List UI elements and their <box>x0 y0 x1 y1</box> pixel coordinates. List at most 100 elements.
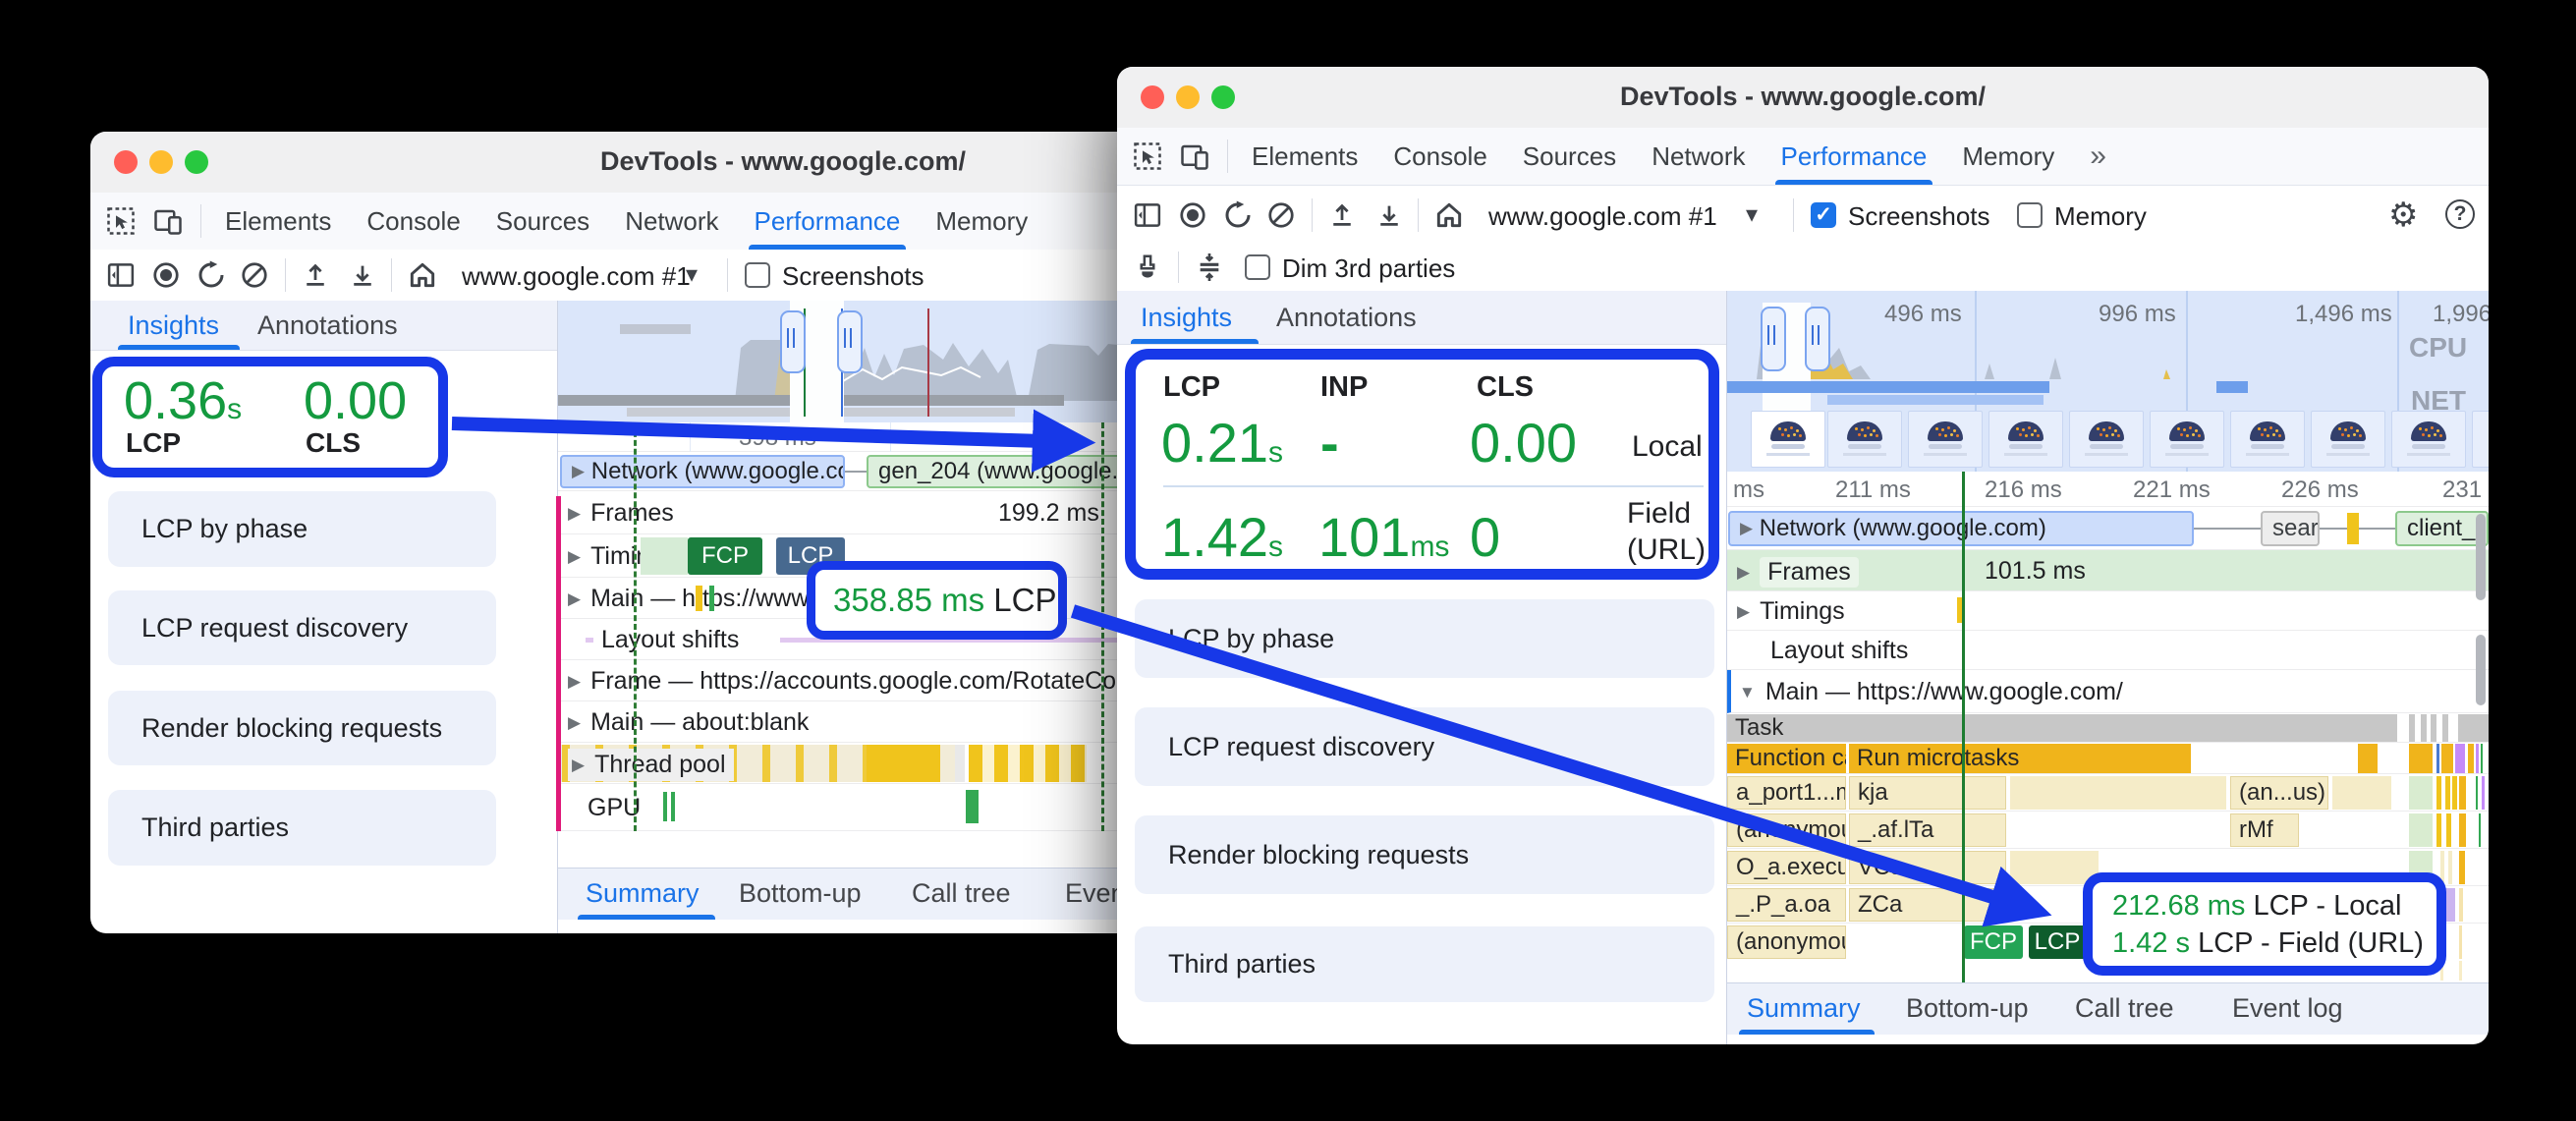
chevron-right-icon[interactable]: ▶ <box>568 713 581 733</box>
scrollbar-thumb[interactable] <box>2476 635 2486 705</box>
tab-elements[interactable]: Elements <box>225 193 331 250</box>
screenshot-thumbnail[interactable] <box>2311 411 2385 468</box>
chevron-right-icon[interactable]: ▶ <box>1737 602 1750 622</box>
tab-annotations[interactable]: Annotations <box>257 310 398 341</box>
screenshots-checkbox[interactable]: ✓ <box>1811 202 1836 228</box>
range-handle-right[interactable] <box>837 310 863 373</box>
inspect-icon[interactable] <box>106 206 136 236</box>
upload-icon[interactable] <box>301 260 330 290</box>
tab-console[interactable]: Console <box>1393 128 1486 185</box>
lcp-badge[interactable]: LCP <box>2029 925 2086 959</box>
clear-icon[interactable] <box>240 260 269 290</box>
tab-memory[interactable]: Memory <box>935 193 1028 250</box>
history-select[interactable]: www.google.com #1 <box>462 261 691 292</box>
download-icon[interactable] <box>348 260 377 290</box>
screenshots-label[interactable]: Screenshots <box>1848 201 1990 232</box>
screenshot-thumbnail[interactable] <box>1827 411 1902 468</box>
gc-brush-icon[interactable] <box>1133 252 1162 282</box>
record-icon[interactable] <box>151 260 181 290</box>
memory-checkbox[interactable] <box>2017 202 2043 228</box>
tab-performance[interactable]: Performance <box>748 193 907 250</box>
screenshot-thumbnail[interactable] <box>2391 411 2466 468</box>
screenshot-thumbnail[interactable] <box>2472 411 2489 468</box>
screenshot-thumbnail[interactable] <box>2150 411 2224 468</box>
flame-row-2[interactable]: a_port1...message kja (an...us) <box>1727 774 2489 812</box>
screenshots-checkbox[interactable] <box>745 262 770 288</box>
chevron-right-icon[interactable]: ▶ <box>568 504 581 524</box>
track-frames[interactable]: ▶ Frames 101.5 ms <box>1727 550 2489 591</box>
screenshot-thumbnail[interactable] <box>2069 411 2144 468</box>
tab-sources[interactable]: Sources <box>496 193 589 250</box>
tab-insights[interactable]: Insights <box>128 310 219 341</box>
screenshot-thumbnail[interactable] <box>1988 411 2063 468</box>
task-row[interactable]: Task <box>1727 713 2489 743</box>
track-network[interactable]: ▶ Network (www.google.com) sear client_ <box>1727 507 2489 550</box>
tab-call-tree[interactable]: Call tree <box>2075 993 2174 1024</box>
tab-network[interactable]: Network <box>625 193 718 250</box>
chevron-right-icon[interactable]: ▶ <box>1737 563 1750 583</box>
tab-summary[interactable]: Summary <box>1747 993 1861 1024</box>
tab-summary[interactable]: Summary <box>586 878 700 909</box>
track-layout-shifts[interactable]: Layout shifts <box>1727 631 2489 670</box>
dim-3rd-parties-label[interactable]: Dim 3rd parties <box>1282 253 1455 284</box>
record-icon[interactable] <box>1178 200 1207 230</box>
dock-panel-icon[interactable] <box>1133 200 1162 230</box>
flame-row-3[interactable]: (anonymous) _.af.lTa rMf <box>1727 812 2489 849</box>
dim-3rd-parties-checkbox[interactable] <box>1245 254 1270 280</box>
insight-lcp-request-discovery[interactable]: LCP request discovery <box>108 590 496 665</box>
screenshot-thumbnail[interactable] <box>1751 411 1825 468</box>
chevron-right-icon[interactable]: ▶ <box>568 672 581 692</box>
chevron-right-icon[interactable]: ▶ <box>572 462 585 481</box>
tab-performance[interactable]: Performance <box>1774 128 1933 185</box>
memory-label[interactable]: Memory <box>2054 201 2147 232</box>
tab-annotations[interactable]: Annotations <box>1276 303 1417 333</box>
insight-lcp-by-phase[interactable]: LCP by phase <box>108 491 496 567</box>
screenshot-thumbnail[interactable] <box>1908 411 1983 468</box>
help-icon[interactable]: ? <box>2445 199 2475 229</box>
fcp-badge[interactable]: FCP <box>688 537 762 575</box>
reload-icon[interactable] <box>1223 200 1253 230</box>
track-timings[interactable]: ▶ Timings <box>1727 591 2489 631</box>
track-main[interactable]: ▼ Main — https://www.google.com/ <box>1727 670 2489 713</box>
device-toolbar-icon[interactable] <box>1180 141 1209 171</box>
more-tabs-icon[interactable]: » <box>2090 128 2106 185</box>
tab-bottom-up[interactable]: Bottom-up <box>1906 993 2029 1024</box>
range-handle-right[interactable] <box>1805 307 1830 371</box>
chevron-right-icon[interactable]: ▶ <box>572 756 585 775</box>
device-toolbar-icon[interactable] <box>153 206 183 236</box>
history-select[interactable]: www.google.com #1 <box>1488 201 1717 232</box>
insight-third-parties[interactable]: Third parties <box>1135 926 1714 1002</box>
clear-icon[interactable] <box>1266 200 1296 230</box>
upload-icon[interactable] <box>1327 200 1357 230</box>
chevron-right-icon[interactable]: ▶ <box>568 547 581 567</box>
dropdown-icon[interactable]: ▾ <box>1746 203 1758 227</box>
tab-call-tree[interactable]: Call tree <box>912 878 1011 909</box>
chevron-right-icon[interactable]: ▶ <box>1740 519 1753 538</box>
insight-render-blocking[interactable]: Render blocking requests <box>108 691 496 765</box>
search-request-chip[interactable]: sear <box>2261 511 2320 546</box>
fcp-badge[interactable]: FCP <box>1964 925 2023 959</box>
collapse-tracks-icon[interactable] <box>1194 252 1225 283</box>
dropdown-icon[interactable]: ▾ <box>686 263 698 287</box>
flame-row-1[interactable]: Function call Run microtasks <box>1727 743 2489 774</box>
reload-icon[interactable] <box>196 260 226 290</box>
insight-lcp-by-phase[interactable]: LCP by phase <box>1135 599 1714 678</box>
network-request-chip[interactable]: ▶ Network (www.google.com) <box>1728 511 2194 546</box>
home-icon[interactable] <box>1433 199 1465 231</box>
tab-insights[interactable]: Insights <box>1141 303 1232 333</box>
tab-elements[interactable]: Elements <box>1252 128 1358 185</box>
client-request-chip[interactable]: client_ <box>2395 511 2489 546</box>
insight-third-parties[interactable]: Third parties <box>108 790 496 866</box>
dock-panel-icon[interactable] <box>106 260 136 290</box>
home-icon[interactable] <box>407 259 438 291</box>
tab-bottom-up[interactable]: Bottom-up <box>739 878 862 909</box>
screenshot-thumbnail[interactable] <box>2230 411 2305 468</box>
timeline-overview[interactable]: 496 ms 996 ms 1,496 ms 1,996 ms CPU NET <box>1727 291 2489 472</box>
tab-network[interactable]: Network <box>1652 128 1745 185</box>
insight-lcp-request-discovery[interactable]: LCP request discovery <box>1135 707 1714 786</box>
inspect-icon[interactable] <box>1133 141 1162 171</box>
chevron-right-icon[interactable]: ▶ <box>568 589 581 609</box>
tab-sources[interactable]: Sources <box>1523 128 1616 185</box>
scrollbar-thumb[interactable] <box>2476 514 2486 600</box>
capture-settings-gear-icon[interactable]: ⚙ <box>2388 198 2418 232</box>
